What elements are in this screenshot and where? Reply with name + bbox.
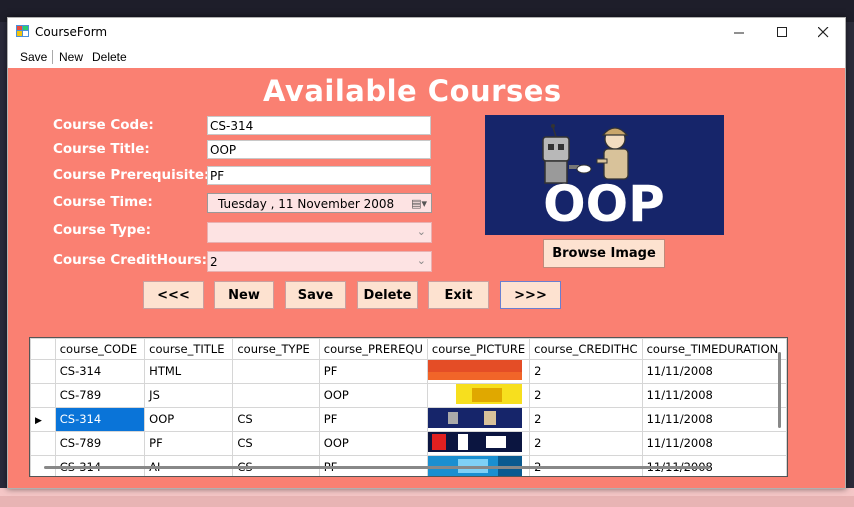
column-header-code[interactable]: course_CODE (54, 338, 146, 360)
course-thumbnail (428, 432, 522, 452)
column-header-prerequisite[interactable]: course_PREREQU (318, 338, 428, 360)
course-form-window: CourseForm Save New Delete Available Cou… (7, 17, 846, 489)
next-record-button[interactable]: >>> (500, 281, 561, 309)
table-row[interactable]: CS-789 PF CS OOP 2 11/11/2008 (30, 430, 787, 456)
column-header-timeduration[interactable]: course_TIMEDURATION (641, 338, 787, 360)
picture-caption: OOP (543, 175, 665, 233)
course-prerequisite-input[interactable]: PF (207, 166, 431, 185)
cell-prerequisite[interactable]: PF (318, 358, 428, 384)
cell-prerequisite[interactable]: OOP (318, 430, 428, 456)
row-header[interactable] (30, 430, 56, 456)
page-title: Available Courses (263, 74, 562, 108)
menu-save[interactable]: Save (20, 50, 47, 64)
vertical-scrollbar[interactable] (778, 352, 781, 428)
title-bar[interactable]: CourseForm (8, 18, 845, 46)
cell-code[interactable]: CS-789 (54, 430, 146, 456)
horizontal-scrollbar[interactable] (44, 466, 710, 469)
course-thumbnail (428, 360, 522, 380)
cell-type[interactable]: CS (232, 430, 320, 456)
course-time-datepicker[interactable]: Tuesday , 11 November 2008 ▤▾ (207, 193, 432, 213)
cell-credithours[interactable]: 2 (529, 358, 643, 384)
cell-picture[interactable] (426, 406, 531, 432)
menu-delete[interactable]: Delete (92, 50, 127, 64)
column-header-picture[interactable]: course_PICTURE (426, 338, 531, 360)
new-button[interactable]: New (214, 281, 274, 309)
cell-timeduration[interactable]: 11/11/2008 (641, 430, 787, 456)
robot-illustration: OOP (542, 124, 665, 233)
exit-button[interactable]: Exit (428, 281, 489, 309)
desktop-bottom-strip-2 (0, 496, 854, 507)
menu-strip: Save New Delete (8, 46, 845, 68)
current-row-arrow-icon: ▶ (35, 416, 42, 426)
course-prerequisite-label: Course Prerequisite: (53, 167, 210, 183)
column-header-type[interactable]: course_TYPE (232, 338, 320, 360)
maximize-icon (776, 26, 787, 37)
table-row-selected[interactable]: ▶ CS-314 OOP CS PF 2 11/11/2008 (30, 406, 787, 432)
cell-picture[interactable] (426, 382, 531, 408)
calendar-dropdown-icon[interactable]: ▤▾ (411, 197, 427, 210)
cell-timeduration[interactable]: 11/11/2008 (641, 406, 787, 432)
delete-button[interactable]: Delete (357, 281, 418, 309)
minimize-button[interactable] (716, 18, 762, 46)
course-time-label: Course Time: (53, 194, 153, 210)
row-header[interactable] (30, 358, 56, 384)
courses-datagrid[interactable]: course_CODE course_TITLE course_TYPE cou… (29, 337, 788, 477)
chevron-down-icon: ⌄ (416, 254, 426, 267)
cell-code-selected[interactable]: CS-314 (54, 406, 146, 432)
course-type-label: Course Type: (53, 222, 151, 238)
cell-timeduration[interactable]: 11/11/2008 (641, 358, 787, 384)
menu-separator (52, 50, 53, 64)
row-header-corner (30, 338, 56, 360)
table-header-row: course_CODE course_TITLE course_TYPE cou… (30, 338, 787, 360)
table-row[interactable]: CS-789 JS OOP 2 11/11/2008 (30, 382, 787, 408)
cell-picture[interactable] (426, 358, 531, 384)
cell-picture[interactable] (426, 430, 531, 456)
courses-table: course_CODE course_TITLE course_TYPE cou… (30, 338, 787, 476)
cell-title[interactable]: HTML (144, 358, 234, 384)
cell-credithours[interactable]: 2 (529, 382, 643, 408)
cell-prerequisite[interactable]: PF (318, 406, 428, 432)
column-header-title[interactable]: course_TITLE (144, 338, 234, 360)
close-icon (817, 26, 828, 37)
course-type-combobox[interactable]: ⌄ (207, 222, 432, 243)
cell-code[interactable]: CS-789 (54, 382, 146, 408)
cell-title[interactable]: JS (144, 382, 234, 408)
cell-code[interactable]: CS-314 (54, 358, 146, 384)
window-title: CourseForm (35, 25, 108, 39)
close-button[interactable] (800, 18, 846, 46)
previous-record-button[interactable]: <<< (143, 281, 204, 309)
course-title-input[interactable]: OOP (207, 140, 431, 159)
course-credithours-combobox[interactable]: 2 ⌄ (207, 251, 432, 272)
menu-new[interactable]: New (59, 50, 83, 64)
cell-type[interactable] (232, 358, 320, 384)
cell-type[interactable]: CS (232, 406, 320, 432)
desktop-right-strip (846, 22, 854, 492)
chevron-down-icon: ⌄ (416, 225, 426, 238)
course-thumbnail (428, 408, 522, 428)
browse-image-button[interactable]: Browse Image (543, 239, 665, 268)
course-credithours-value: 2 (210, 255, 218, 269)
course-code-input[interactable]: CS-314 (207, 116, 431, 135)
course-code-label: Course Code: (53, 117, 154, 133)
table-row[interactable]: CS-314 HTML PF 2 11/11/2008 (30, 358, 787, 384)
course-title-label: Course Title: (53, 141, 150, 157)
maximize-button[interactable] (759, 18, 805, 46)
cell-credithours[interactable]: 2 (529, 430, 643, 456)
app-icon (16, 25, 29, 37)
cell-title[interactable]: OOP (144, 406, 234, 432)
cell-prerequisite[interactable]: OOP (318, 382, 428, 408)
minimize-icon (733, 32, 744, 33)
cell-timeduration[interactable]: 11/11/2008 (641, 382, 787, 408)
cell-title[interactable]: PF (144, 430, 234, 456)
column-header-credithours[interactable]: course_CREDITHC (529, 338, 643, 360)
save-button[interactable]: Save (285, 281, 346, 309)
row-header-current[interactable]: ▶ (30, 406, 56, 432)
cell-type[interactable] (232, 382, 320, 408)
row-header[interactable] (30, 382, 56, 408)
course-thumbnail (428, 384, 522, 404)
course-picture: OOP (485, 115, 724, 235)
course-time-value: Tuesday , 11 November 2008 (218, 197, 395, 211)
cell-credithours[interactable]: 2 (529, 406, 643, 432)
course-credithours-label: Course CreditHours: (53, 252, 208, 268)
